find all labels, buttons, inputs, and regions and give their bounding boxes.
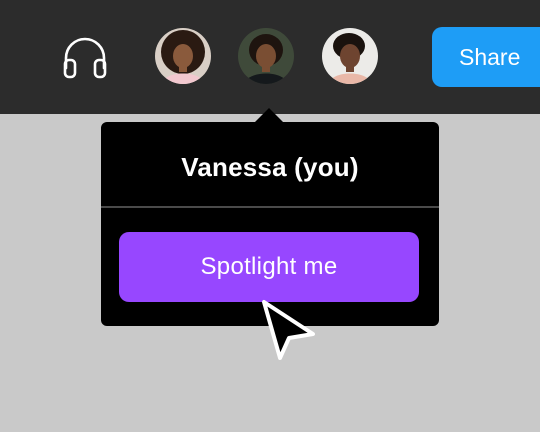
user-popover: Vanessa (you) Spotlight me <box>101 122 439 326</box>
headphones-icon[interactable] <box>60 34 110 80</box>
popover-arrow <box>254 108 284 123</box>
popover-divider <box>101 206 439 208</box>
avatar-participant-2[interactable] <box>238 28 294 84</box>
share-button[interactable]: Share <box>432 27 540 87</box>
top-toolbar: Share <box>0 0 540 114</box>
avatar-participant-1[interactable] <box>155 28 211 84</box>
avatar-participant-3[interactable] <box>322 28 378 84</box>
popover-user-name: Vanessa (you) <box>181 152 359 182</box>
spotlight-me-button[interactable]: Spotlight me <box>119 232 419 302</box>
